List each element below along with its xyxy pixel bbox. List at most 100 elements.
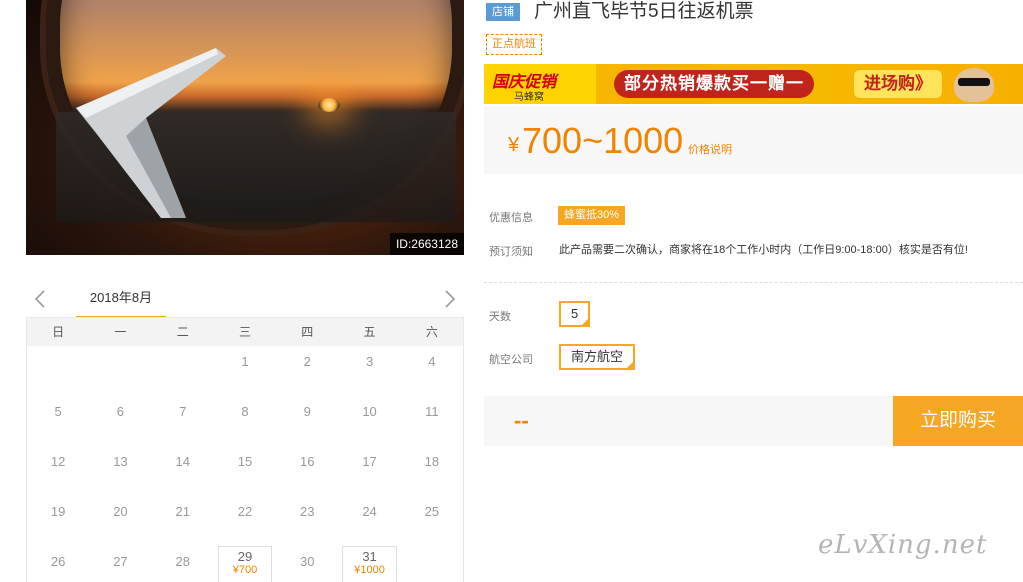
banner-headline: 部分热销爆款买一赠一 <box>614 70 814 98</box>
day-number: 8 <box>241 404 249 419</box>
calendar-day[interactable]: 27 <box>89 546 151 582</box>
calendar: 日 一 二 三 四 五 六 1 2 3 4 5 6 7 8 9 10 11 12 13 14 15 16 17 1… <box>26 317 464 582</box>
weekday-label: 六 <box>425 325 438 339</box>
divider <box>484 282 1023 283</box>
promo-banner[interactable]: 国庆促销 马蜂窝 部分热销爆款买一赠一 进场购》 <box>484 64 1023 104</box>
watermark: eLvXing.net <box>818 530 988 560</box>
discount-label: 优惠信息 <box>489 212 533 224</box>
product-photo: ID:2663128 <box>26 0 464 255</box>
calendar-days: 1 2 3 4 5 6 7 8 9 10 11 12 13 14 15 16 17 18 19 20 21 22 23 24 2… <box>27 346 463 582</box>
day-price: ¥700 <box>232 564 258 576</box>
days-label: 天数 <box>489 311 511 323</box>
calendar-day[interactable]: 7 <box>152 396 214 446</box>
calendar-day[interactable]: 31 ¥1000 <box>342 546 397 582</box>
day-number: 15 <box>237 454 253 469</box>
calendar-day[interactable]: 17 <box>338 446 400 496</box>
calendar-day[interactable]: 19 <box>27 496 89 546</box>
calendar-day[interactable]: 29 ¥700 <box>217 546 273 582</box>
calendar-day[interactable]: 10 <box>338 396 400 446</box>
calendar-day[interactable]: 24 <box>338 496 400 546</box>
day-number: 29 <box>237 549 253 564</box>
product-page: ID:2663128 2018年8月 日 一 二 三 四 五 六 1234567… <box>0 0 1023 582</box>
airline-label: 航空公司 <box>489 354 533 366</box>
weekday-label: 三 <box>238 325 251 339</box>
banner-cta[interactable]: 进场购》 <box>854 70 942 98</box>
calendar-day[interactable]: 13 <box>89 446 151 496</box>
day-number: 20 <box>113 504 128 519</box>
day-number: 21 <box>175 504 190 519</box>
photo-id-label: ID:2663128 <box>389 233 464 255</box>
calendar-day[interactable]: 14 <box>152 446 214 496</box>
day-number: 17 <box>362 454 377 469</box>
calendar-day[interactable]: 6 <box>89 396 151 446</box>
buy-now-button[interactable]: 立即购买 <box>893 396 1023 446</box>
total-price: -- <box>514 408 529 433</box>
calendar-day[interactable]: 26 <box>27 546 89 582</box>
day-price: ¥1000 <box>354 564 385 576</box>
day-number: 10 <box>362 404 377 419</box>
chevron-right-icon[interactable] <box>442 289 458 309</box>
calendar-day[interactable]: 15 <box>214 446 276 496</box>
product-title: 广州直飞毕节5日往返机票 <box>534 1 754 22</box>
day-number: 4 <box>428 354 436 369</box>
price-note-link[interactable]: 价格说明 <box>688 141 732 157</box>
calendar-day[interactable]: 25 <box>401 496 463 546</box>
calendar-day[interactable]: 20 <box>89 496 151 546</box>
calendar-nav: 2018年8月 <box>26 283 464 319</box>
day-number: 7 <box>179 404 187 419</box>
calendar-day[interactable]: 1 <box>214 346 276 396</box>
days-option[interactable]: 5 <box>559 301 591 327</box>
price-box: ¥ 700~1000 价格说明 <box>484 106 1023 174</box>
day-number: 9 <box>303 404 311 419</box>
calendar-day[interactable]: 3 <box>338 346 400 396</box>
weekday-label: 四 <box>301 325 314 339</box>
calendar-empty-cell <box>152 346 214 396</box>
chevron-left-icon[interactable] <box>32 289 48 309</box>
calendar-day[interactable]: 23 <box>276 496 338 546</box>
calendar-day[interactable]: 5 <box>27 396 89 446</box>
day-number: 28 <box>175 554 190 569</box>
day-number: 11 <box>425 404 439 419</box>
calendar-empty-cell <box>401 546 463 582</box>
day-number: 1 <box>241 354 249 369</box>
wing-icon <box>76 48 226 218</box>
banner-brand-text: 马蜂窝 <box>514 92 544 103</box>
calendar-day[interactable]: 4 <box>401 346 463 396</box>
calendar-day[interactable]: 11 <box>401 396 463 446</box>
weekday-label: 日 <box>52 325 65 339</box>
day-number: 31 <box>362 549 377 564</box>
day-number: 3 <box>365 354 374 369</box>
day-number: 27 <box>113 554 128 569</box>
currency-symbol: ¥ <box>508 134 520 156</box>
calendar-day[interactable]: 12 <box>27 446 89 496</box>
calendar-month-tab[interactable]: 2018年8月 <box>76 283 166 319</box>
day-number: 18 <box>424 454 440 469</box>
airline-option[interactable]: 南方航空 <box>559 344 636 370</box>
day-number: 22 <box>237 504 253 519</box>
calendar-day[interactable]: 22 <box>214 496 276 546</box>
sunset-sun <box>318 98 340 112</box>
price-range: 700~1000 <box>522 120 684 161</box>
day-number: 5 <box>54 404 62 419</box>
day-number: 19 <box>50 504 66 519</box>
calendar-day[interactable]: 16 <box>276 446 338 496</box>
calendar-day[interactable]: 9 <box>276 396 338 446</box>
calendar-day[interactable]: 21 <box>152 496 214 546</box>
calendar-day[interactable]: 28 <box>152 546 214 582</box>
calendar-empty-cell <box>27 346 89 396</box>
day-number: 6 <box>116 404 125 419</box>
weekday-label: 五 <box>363 325 376 339</box>
calendar-day[interactable]: 30 <box>276 546 338 582</box>
calendar-day[interactable]: 18 <box>401 446 463 496</box>
purchase-bar: -- 立即购买 <box>484 396 1023 446</box>
day-number: 13 <box>113 454 128 469</box>
ontime-tag: 正点航班 <box>486 34 542 55</box>
weekday-label: 一 <box>114 325 127 339</box>
day-number: 26 <box>50 554 66 569</box>
calendar-day[interactable]: 2 <box>276 346 338 396</box>
calendar-day[interactable]: 8 <box>214 396 276 446</box>
day-number: 23 <box>300 504 315 519</box>
discount-badge: 蜂蜜抵30% <box>558 206 626 225</box>
shop-badge: 店铺 <box>486 3 520 21</box>
calendar-empty-cell <box>89 346 151 396</box>
